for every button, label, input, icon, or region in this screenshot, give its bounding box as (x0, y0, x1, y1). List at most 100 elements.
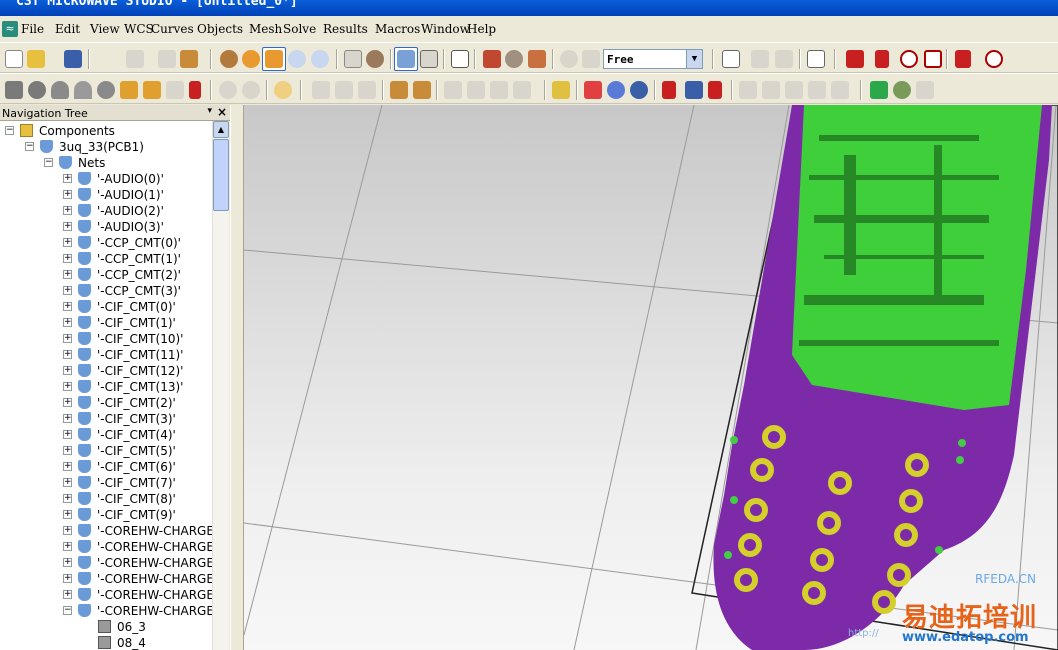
curve-point-icon[interactable] (490, 81, 508, 99)
solver-icon[interactable] (630, 81, 648, 99)
menu-window[interactable]: Window (421, 22, 470, 36)
sphere-icon[interactable] (28, 81, 46, 99)
expand-icon[interactable]: + (63, 254, 72, 263)
curve-arc-icon[interactable] (467, 81, 485, 99)
extrude-icon[interactable] (120, 81, 138, 99)
import-icon[interactable] (180, 50, 198, 68)
stop-icon[interactable] (126, 50, 144, 68)
expand-icon[interactable]: + (63, 382, 72, 391)
expand-icon[interactable]: + (63, 414, 72, 423)
monitor-icon[interactable] (708, 81, 722, 99)
shell-icon[interactable] (219, 81, 237, 99)
sweep-icon[interactable] (916, 81, 934, 99)
cylinder-icon[interactable] (51, 81, 69, 99)
green-box-icon[interactable] (870, 81, 888, 99)
expand-icon[interactable]: + (63, 366, 72, 375)
expand-icon[interactable]: + (63, 494, 72, 503)
port-icon[interactable] (900, 50, 918, 68)
align-icon[interactable] (751, 50, 769, 68)
menu-wcs[interactable]: WCS (124, 22, 154, 36)
gear-icon[interactable] (505, 50, 523, 68)
collapse-icon[interactable]: − (63, 606, 72, 615)
local-wcs-icon[interactable] (312, 81, 330, 99)
expand-icon[interactable]: + (63, 462, 72, 471)
close-icon[interactable]: × (217, 105, 227, 119)
menu-mesh[interactable]: Mesh (249, 22, 282, 36)
pin-icon[interactable]: ▾ (207, 106, 212, 116)
expand-icon[interactable]: + (63, 350, 72, 359)
torus-icon[interactable] (97, 81, 115, 99)
zoom-area-icon[interactable] (311, 50, 329, 68)
rotate-icon[interactable] (220, 50, 238, 68)
zoom-icon[interactable] (288, 50, 306, 68)
pick-edge-icon[interactable] (390, 81, 408, 99)
expand-icon[interactable]: + (63, 174, 72, 183)
menu-solve[interactable]: Solve (283, 22, 316, 36)
expand-icon[interactable]: + (63, 446, 72, 455)
cross-icon[interactable] (955, 50, 971, 68)
blend-icon[interactable] (242, 81, 260, 99)
collapse-icon[interactable]: − (5, 126, 14, 135)
panel-splitter[interactable] (230, 105, 244, 650)
optimize-icon[interactable] (893, 81, 911, 99)
scroll-thumb[interactable] (213, 139, 229, 211)
spin-icon[interactable] (242, 50, 260, 68)
boolean-icon[interactable] (807, 50, 825, 68)
expand-icon[interactable]: + (63, 510, 72, 519)
no-entry-icon[interactable] (985, 50, 1003, 68)
pick-point-icon[interactable] (560, 50, 578, 68)
mesh-view-icon[interactable] (584, 81, 602, 99)
rotate-shape-icon[interactable] (143, 81, 161, 99)
expand-icon[interactable]: + (63, 270, 72, 279)
expand-icon[interactable]: + (63, 542, 72, 551)
view-options-icon[interactable] (366, 50, 384, 68)
expand-icon[interactable]: + (63, 558, 72, 567)
pcb-model-view[interactable] (244, 105, 1058, 650)
mode-select[interactable]: Free ▼ (603, 49, 703, 69)
expand-icon[interactable]: + (63, 238, 72, 247)
expand-icon[interactable]: + (63, 286, 72, 295)
boundary-icon[interactable] (662, 81, 676, 99)
expand-icon[interactable]: + (63, 334, 72, 343)
delete-icon[interactable] (846, 50, 864, 68)
expand-icon[interactable]: + (63, 398, 72, 407)
result-2d-icon[interactable] (762, 81, 780, 99)
probe-icon[interactable] (875, 50, 889, 68)
history-icon[interactable] (274, 81, 292, 99)
excitation-icon[interactable] (685, 81, 703, 99)
expand-icon[interactable]: + (63, 478, 72, 487)
bend-icon[interactable] (189, 81, 201, 99)
app-icon[interactable]: ≈ (2, 21, 18, 37)
expand-icon[interactable]: + (63, 206, 72, 215)
brick-icon[interactable] (5, 81, 23, 99)
curve-trim-icon[interactable] (513, 81, 531, 99)
menu-macros[interactable]: Macros (375, 22, 420, 36)
chevron-down-icon[interactable]: ▼ (686, 50, 702, 68)
menu-view[interactable]: View (90, 22, 120, 36)
expand-icon[interactable]: + (63, 574, 72, 583)
menu-file[interactable]: File (21, 22, 44, 36)
expand-icon[interactable]: + (63, 302, 72, 311)
3d-viewport[interactable] (244, 105, 1058, 650)
expand-icon[interactable]: + (63, 222, 72, 231)
brush-icon[interactable] (483, 50, 501, 68)
transform-icon[interactable] (722, 50, 740, 68)
pick-face-icon[interactable] (582, 50, 600, 68)
loft-icon[interactable] (166, 81, 184, 99)
collapse-icon[interactable]: − (25, 142, 34, 151)
pick-center-icon[interactable] (413, 81, 431, 99)
grid-icon[interactable] (420, 50, 438, 68)
reset-view-icon[interactable] (344, 50, 362, 68)
result-template-icon[interactable] (831, 81, 849, 99)
menu-help[interactable]: Help (467, 22, 496, 36)
ruler-icon[interactable] (552, 81, 570, 99)
wand-icon[interactable] (528, 50, 546, 68)
cone-icon[interactable] (74, 81, 92, 99)
lumped-element-icon[interactable] (924, 50, 942, 68)
curve-line-icon[interactable] (444, 81, 462, 99)
mirror-icon[interactable] (775, 50, 793, 68)
expand-icon[interactable]: + (63, 190, 72, 199)
new-file-icon[interactable] (5, 50, 23, 68)
result-1d-icon[interactable] (739, 81, 757, 99)
scroll-up-icon[interactable]: ▲ (213, 121, 229, 138)
